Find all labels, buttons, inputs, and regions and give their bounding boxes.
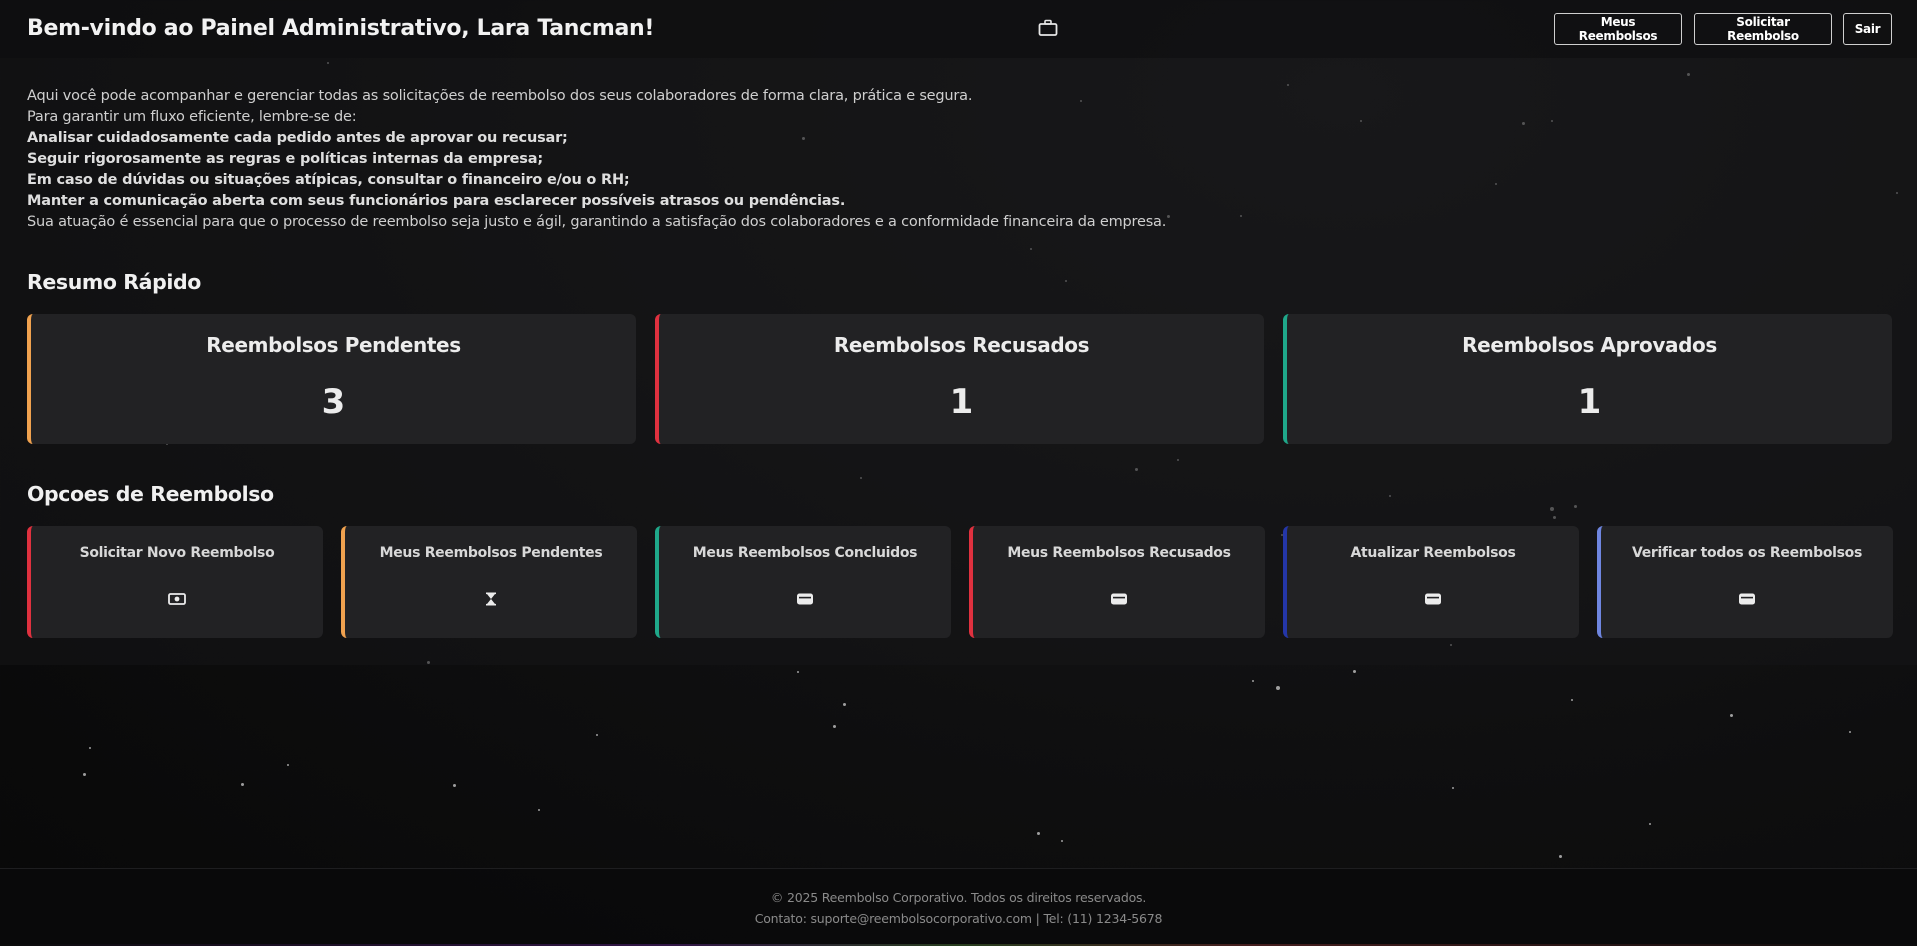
star [1276,686,1280,690]
request-reimbursement-button[interactable]: Solicitar Reembolso [1694,13,1832,45]
star [1730,714,1733,717]
star [1571,699,1573,701]
option-label: Meus Reembolsos Pendentes [379,545,603,561]
wallet-icon [1111,593,1127,605]
page-footer: © 2025 Reembolso Corporativo. Todos os d… [0,868,1917,946]
options-heading: Opcoes de Reembolso [27,482,274,506]
summary-card-value: 1 [949,382,974,422]
welcome-title: Bem-vindo ao Painel Administrativo, Lara… [27,16,655,41]
summary-card-title: Reembolsos Aprovados [1462,333,1717,357]
option-label: Meus Reembolsos Recusados [1007,545,1231,561]
guideline-item: Manter a comunicação aberta com seus fun… [27,193,846,209]
star [596,734,598,736]
option-my-pending[interactable]: Meus Reembolsos Pendentes [341,526,637,638]
star [833,725,836,728]
intro-line: Aqui você pode acompanhar e gerenciar to… [27,88,973,104]
star [1849,731,1851,733]
top-header: Bem-vindo ao Painel Administrativo, Lara… [0,0,1917,58]
star [83,773,86,776]
summary-card-approved: Reembolsos Aprovados 1 [1283,314,1892,444]
my-reimbursements-button[interactable]: Meus Reembolsos [1554,13,1682,45]
option-label: Solicitar Novo Reembolso [79,545,275,561]
star [89,747,91,749]
summary-card-value: 1 [1577,382,1602,422]
star [538,809,540,811]
star [843,703,846,706]
star [1061,840,1063,842]
option-verify-all[interactable]: Verificar todos os Reembolsos [1597,526,1893,638]
summary-heading: Resumo Rápido [27,270,201,294]
option-update[interactable]: Atualizar Reembolsos [1283,526,1579,638]
star [1559,855,1562,858]
star [1353,670,1356,673]
money-bill-icon [168,593,186,605]
summary-card-value: 3 [321,382,346,422]
briefcase-icon [1038,19,1058,36]
logout-button[interactable]: Sair [1843,13,1892,45]
summary-card-pending: Reembolsos Pendentes 3 [27,314,636,444]
guideline-item: Analisar cuidadosamente cada pedido ante… [27,130,568,146]
option-label: Verificar todos os Reembolsos [1631,545,1863,561]
star [797,671,799,673]
star [1452,787,1454,789]
summary-card-title: Reembolsos Pendentes [206,333,461,357]
footer-copyright: © 2025 Reembolso Corporativo. Todos os d… [770,890,1147,905]
star [1252,680,1254,682]
wallet-icon [797,593,813,605]
option-request-new[interactable]: Solicitar Novo Reembolso [27,526,323,638]
wallet-icon [1739,593,1755,605]
guideline-item: Seguir rigorosamente as regras e polític… [27,151,543,167]
intro-closing: Sua atuação é essencial para que o proce… [27,214,1167,230]
option-my-completed[interactable]: Meus Reembolsos Concluidos [655,526,951,638]
option-label: Meus Reembolsos Concluidos [692,545,918,561]
option-label: Atualizar Reembolsos [1350,545,1516,561]
option-my-refused[interactable]: Meus Reembolsos Recusados [969,526,1265,638]
wallet-icon [1425,593,1441,605]
footer-contact: Contato: suporte@reembolsocorporativo.co… [754,911,1163,926]
summary-card-refused: Reembolsos Recusados 1 [655,314,1264,444]
intro-text: Aqui você pode acompanhar e gerenciar to… [27,86,1227,233]
star [1649,823,1651,825]
hourglass-icon [486,592,496,606]
summary-card-title: Reembolsos Recusados [833,333,1090,357]
guideline-item: Em caso de dúvidas ou situações atípicas… [27,172,630,188]
star [453,784,456,787]
intro-line: Para garantir um fluxo eficiente, lembre… [27,109,357,125]
star [287,764,289,766]
star [241,783,244,786]
star [1037,832,1040,835]
